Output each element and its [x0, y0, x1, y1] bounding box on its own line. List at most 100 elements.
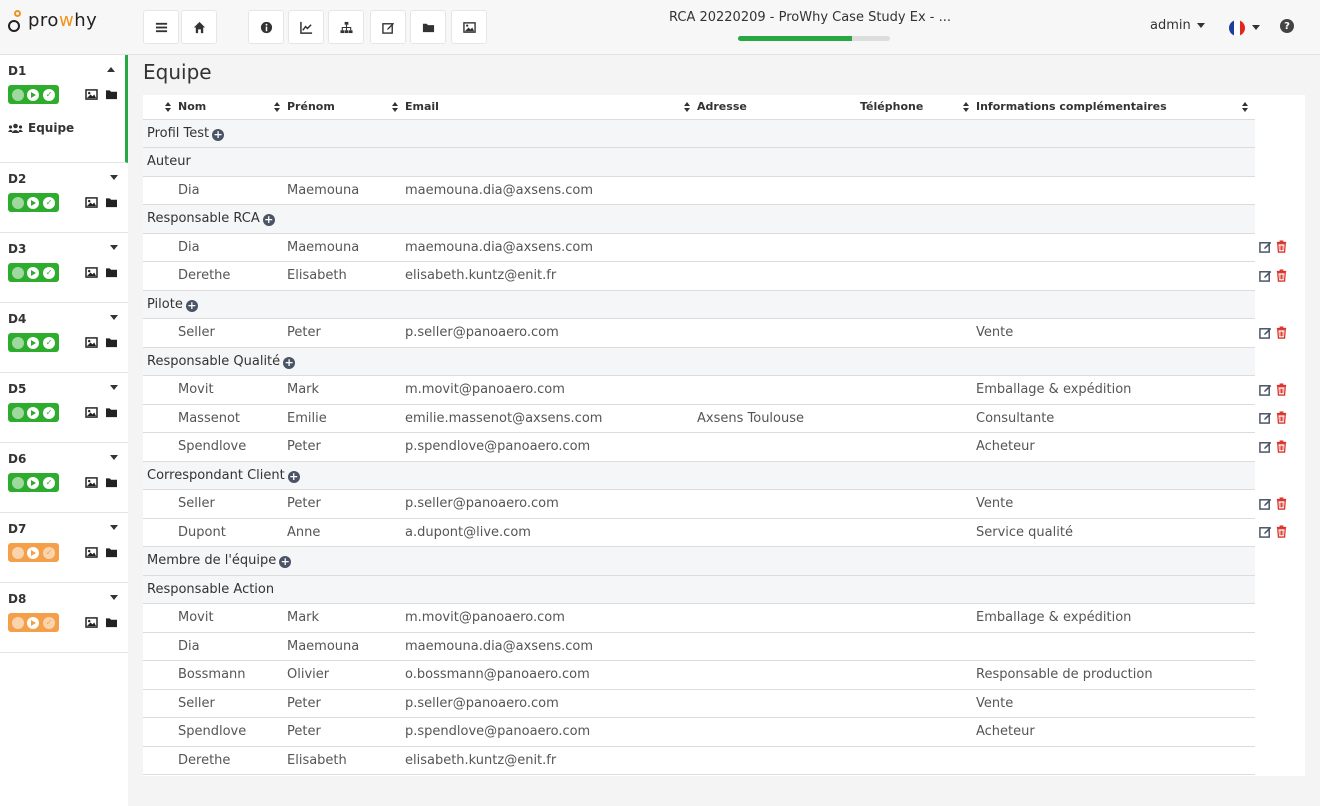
add-member-icon[interactable]: +	[185, 299, 198, 312]
folder-button[interactable]	[410, 10, 446, 44]
cell-prenom: Olivier	[287, 660, 405, 690]
edit-icon[interactable]	[1259, 440, 1272, 453]
step-label: D5	[8, 382, 27, 396]
cell-email: o.bossmann@panoaero.com	[405, 660, 697, 690]
add-member-icon[interactable]: +	[212, 128, 225, 141]
trash-icon[interactable]	[1275, 439, 1288, 453]
sidebar-step-d2[interactable]: D2 ✓	[0, 163, 128, 233]
chevron-down-icon[interactable]	[110, 455, 118, 460]
cell-prenom: Maemouna	[287, 176, 405, 205]
folder-icon[interactable]	[105, 267, 118, 278]
sidebar-step-d1[interactable]: D1 ✓ Equipe	[0, 55, 128, 163]
chevron-down-icon[interactable]	[110, 525, 118, 530]
sidebar-step-d5[interactable]: D5 ✓	[0, 373, 128, 443]
image-icon[interactable]	[85, 407, 98, 418]
column-header-email[interactable]: Email	[405, 95, 697, 120]
chevron-down-icon[interactable]	[110, 385, 118, 390]
cell-telephone	[860, 746, 976, 775]
check-icon: ✓	[43, 616, 56, 629]
edit-icon[interactable]	[1259, 525, 1272, 538]
image-icon[interactable]	[85, 547, 98, 558]
cell-email: maemouna.dia@axsens.com	[405, 233, 697, 262]
logo[interactable]: prowhy	[8, 6, 97, 34]
image-button[interactable]	[451, 10, 487, 44]
column-header-group[interactable]	[143, 95, 178, 120]
cell-prenom: Elisabeth	[287, 746, 405, 775]
table-cell-spacer	[143, 261, 178, 291]
cell-informations	[976, 746, 1255, 775]
cell-email: p.spendlove@panoaero.com	[405, 717, 697, 747]
row-actions	[1259, 240, 1288, 253]
step-actions	[85, 197, 118, 208]
trash-icon[interactable]	[1275, 496, 1288, 510]
trash-icon[interactable]	[1275, 325, 1288, 339]
image-icon[interactable]	[85, 477, 98, 488]
add-member-icon[interactable]: +	[287, 470, 300, 483]
column-header-prenom[interactable]: Prénom	[287, 95, 405, 120]
trash-icon[interactable]	[1275, 525, 1288, 538]
cell-prenom: Maemouna	[287, 632, 405, 661]
column-header-informations[interactable]: Informations complémentaires	[976, 95, 1255, 120]
edit-icon[interactable]	[1259, 411, 1272, 424]
cell-prenom: Peter	[287, 689, 405, 718]
chevron-up-icon[interactable]	[107, 67, 115, 72]
step-actions	[85, 337, 118, 348]
menu-button[interactable]	[143, 10, 179, 44]
cell-prenom: Emilie	[287, 404, 405, 433]
sidebar-step-d6[interactable]: D6 ✓	[0, 443, 128, 513]
folder-icon[interactable]	[105, 89, 118, 100]
chevron-down-icon[interactable]	[1252, 25, 1260, 30]
image-icon[interactable]	[85, 267, 98, 278]
image-icon[interactable]	[85, 617, 98, 628]
image-icon[interactable]	[85, 197, 98, 208]
edit-icon[interactable]	[1259, 269, 1272, 282]
edit-icon[interactable]	[1259, 240, 1272, 253]
document-title: RCA 20220209 - ProWhy Case Study Ex - ..…	[668, 10, 952, 25]
folder-icon[interactable]	[105, 477, 118, 488]
folder-icon[interactable]	[105, 197, 118, 208]
chart-button[interactable]	[288, 10, 324, 44]
column-header-nom[interactable]: Nom	[178, 95, 287, 120]
info-button[interactable]	[248, 10, 284, 44]
chevron-down-icon[interactable]	[110, 245, 118, 250]
sidebar-step-d8[interactable]: D8 ✓	[0, 583, 128, 653]
folder-icon[interactable]	[105, 337, 118, 348]
group-row: Membre de l'équipe +	[143, 546, 1255, 576]
trash-icon[interactable]	[1275, 240, 1288, 253]
add-member-icon[interactable]: +	[279, 556, 292, 569]
edit-icon[interactable]	[1259, 326, 1272, 339]
cell-telephone	[860, 717, 976, 747]
edit-icon[interactable]	[1259, 383, 1272, 396]
image-icon[interactable]	[85, 337, 98, 348]
home-button[interactable]	[181, 10, 217, 44]
sidebar-step-d3[interactable]: D3 ✓	[0, 233, 128, 303]
chevron-down-icon[interactable]	[110, 315, 118, 320]
step-status-badge: ✓	[8, 473, 59, 492]
folder-icon[interactable]	[105, 617, 118, 628]
sitemap-icon	[339, 21, 353, 33]
edit-icon[interactable]	[1259, 497, 1272, 510]
chevron-down-icon[interactable]	[110, 595, 118, 600]
folder-icon[interactable]	[105, 407, 118, 418]
home-icon	[193, 21, 205, 33]
column-header-adresse[interactable]: Adresse	[697, 95, 860, 120]
column-header-telephone[interactable]: Téléphone	[860, 95, 976, 120]
trash-icon[interactable]	[1275, 411, 1288, 424]
cell-email: a.dupont@live.com	[405, 518, 697, 547]
chevron-down-icon[interactable]	[110, 175, 118, 180]
user-menu[interactable]: admin	[1150, 18, 1205, 33]
sidebar-step-d4[interactable]: D4 ✓	[0, 303, 128, 373]
trash-icon[interactable]	[1275, 382, 1288, 396]
image-icon[interactable]	[85, 89, 98, 100]
sitemap-button[interactable]	[328, 10, 364, 44]
french-flag-icon[interactable]	[1229, 20, 1245, 36]
trash-icon[interactable]	[1275, 268, 1288, 282]
help-icon[interactable]: ?	[1280, 19, 1294, 33]
add-member-icon[interactable]: +	[283, 356, 296, 369]
edit-button[interactable]	[370, 10, 406, 44]
cell-nom: Seller	[178, 689, 287, 718]
folder-icon[interactable]	[105, 547, 118, 558]
add-member-icon[interactable]: +	[262, 214, 275, 227]
sidebar-step-d7[interactable]: D7 ✓	[0, 513, 128, 583]
sidebar-item-equipe[interactable]: Equipe	[8, 121, 74, 135]
